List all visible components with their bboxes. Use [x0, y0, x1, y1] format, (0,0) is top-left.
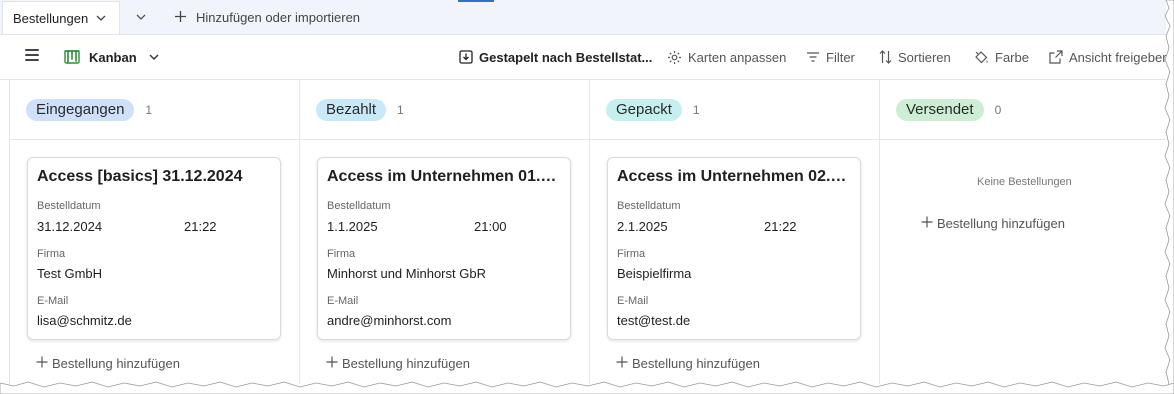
- field-label-email: E-Mail: [327, 295, 359, 307]
- add-order-button[interactable]: Bestellung hinzufügen: [326, 353, 470, 373]
- chevron-down-icon[interactable]: [96, 13, 106, 24]
- add-order-button[interactable]: Bestellung hinzufügen: [921, 213, 1065, 233]
- chevron-down-icon: [136, 12, 146, 23]
- field-label-company: Firma: [617, 248, 646, 260]
- field-value-time: 21:22: [764, 219, 797, 234]
- color-label: Farbe: [995, 49, 1029, 65]
- field-value-date: 31.12.2024: [37, 219, 103, 234]
- field-value-email: lisa@schmitz.de: [37, 313, 132, 328]
- plus-icon: [326, 353, 338, 373]
- view-toolbar: Kanban Gestapelt nach Bestellstat... Kar…: [0, 35, 1167, 80]
- status-badge: Bezahlt: [316, 98, 387, 121]
- share-view-button[interactable]: Ansicht freigeber: [1049, 35, 1167, 79]
- field-value-company: Test GmbH: [37, 266, 103, 281]
- plus-icon: [174, 7, 187, 28]
- sort-icon: [879, 50, 892, 64]
- card-title: Access im Unternehmen 01.01....: [327, 168, 563, 185]
- order-card[interactable]: Access im Unternehmen 01.01.... Bestelld…: [317, 157, 571, 340]
- add-order-label: Bestellung hinzufügen: [937, 215, 1065, 231]
- field-label-date: Bestelldatum: [617, 200, 681, 212]
- plus-icon: [616, 353, 628, 373]
- tab-bar: Bestellungen Hinzufügen oder importieren: [0, 0, 1166, 35]
- field-value-email: test@test.de: [617, 313, 691, 328]
- field-label-email: E-Mail: [617, 295, 649, 307]
- paint-bucket-icon: [974, 50, 989, 65]
- column-count: 0: [994, 102, 1002, 117]
- add-or-import-label: Hinzufügen oder importieren: [196, 9, 361, 25]
- status-badge: Versendet: [896, 98, 984, 121]
- column-count: 1: [145, 102, 153, 117]
- add-order-label: Bestellung hinzufügen: [52, 355, 180, 371]
- empty-column-text: Keine Bestellungen: [977, 176, 1072, 188]
- share-view-label: Ansicht freigeber: [1069, 49, 1167, 65]
- filter-icon: [806, 51, 820, 63]
- tab-bar-accent: [458, 0, 494, 2]
- field-label-date: Bestelldatum: [327, 200, 391, 212]
- plus-icon: [36, 353, 48, 373]
- column-count: 1: [692, 102, 700, 117]
- field-value-time: 21:22: [184, 219, 217, 234]
- filter-button[interactable]: Filter: [806, 35, 855, 79]
- torn-edge-bottom: [0, 381, 1174, 394]
- field-value-company: Beispielfirma: [617, 266, 692, 281]
- field-value-company: Minhorst und Minhorst GbR: [327, 266, 486, 281]
- more-tabs-button[interactable]: [130, 0, 152, 34]
- order-card[interactable]: Access [basics] 31.12.2024 Bestelldatum …: [27, 157, 281, 340]
- color-button[interactable]: Farbe: [974, 35, 1029, 79]
- field-label-company: Firma: [327, 248, 356, 260]
- status-badge: Eingegangen: [26, 98, 135, 121]
- share-icon: [1049, 50, 1063, 64]
- column-header-bezahlt[interactable]: Bezahlt 1: [300, 80, 589, 140]
- order-card[interactable]: Access im Unternehmen 02.01.... Bestelld…: [607, 157, 861, 340]
- tab-bestellungen[interactable]: Bestellungen: [2, 1, 120, 34]
- gear-icon: [667, 50, 682, 65]
- field-value-time: 21:00: [474, 219, 507, 234]
- field-value-date: 1.1.2025: [327, 219, 378, 234]
- field-label-email: E-Mail: [37, 295, 69, 307]
- stack-icon: [459, 50, 473, 64]
- tab-label: Bestellungen: [13, 10, 89, 26]
- view-switcher-label: Kanban: [89, 49, 137, 65]
- add-order-button[interactable]: Bestellung hinzufügen: [36, 353, 180, 373]
- column-header-eingegangen[interactable]: Eingegangen 1: [10, 80, 299, 140]
- view-switcher[interactable]: Kanban: [64, 35, 159, 79]
- filter-label: Filter: [826, 49, 855, 65]
- chevron-down-icon: [149, 52, 159, 63]
- field-label-date: Bestelldatum: [37, 200, 101, 212]
- field-value-email: andre@minhorst.com: [327, 313, 452, 328]
- add-or-import-button[interactable]: Hinzufügen oder importieren: [174, 0, 360, 34]
- card-title: Access im Unternehmen 02.01....: [617, 168, 853, 185]
- kanban-icon: [64, 50, 80, 64]
- status-badge: Gepackt: [606, 98, 682, 121]
- sort-button[interactable]: Sortieren: [879, 35, 951, 79]
- customize-cards-button[interactable]: Karten anpassen: [667, 35, 786, 79]
- column-header-gepackt[interactable]: Gepackt 1: [590, 80, 879, 140]
- sort-label: Sortieren: [898, 49, 951, 65]
- torn-edge-right: [1164, 0, 1174, 394]
- card-title: Access [basics] 31.12.2024: [37, 168, 243, 185]
- field-label-company: Firma: [37, 248, 66, 260]
- menu-icon[interactable]: [25, 49, 39, 61]
- column-header-versendet[interactable]: Versendet 0: [880, 80, 1166, 140]
- add-order-label: Bestellung hinzufügen: [632, 355, 760, 371]
- kanban-board: Eingegangen 1 Access [basics] 31.12.2024…: [0, 80, 1166, 384]
- add-order-label: Bestellung hinzufügen: [342, 355, 470, 371]
- customize-cards-label: Karten anpassen: [688, 49, 787, 65]
- stacked-by-button[interactable]: Gestapelt nach Bestellstat...: [459, 35, 652, 79]
- add-order-button[interactable]: Bestellung hinzufügen: [616, 353, 760, 373]
- stacked-by-label: Gestapelt nach Bestellstat...: [479, 49, 653, 65]
- plus-icon: [921, 213, 933, 233]
- column-count: 1: [397, 102, 404, 117]
- field-value-date: 2.1.2025: [617, 219, 668, 234]
